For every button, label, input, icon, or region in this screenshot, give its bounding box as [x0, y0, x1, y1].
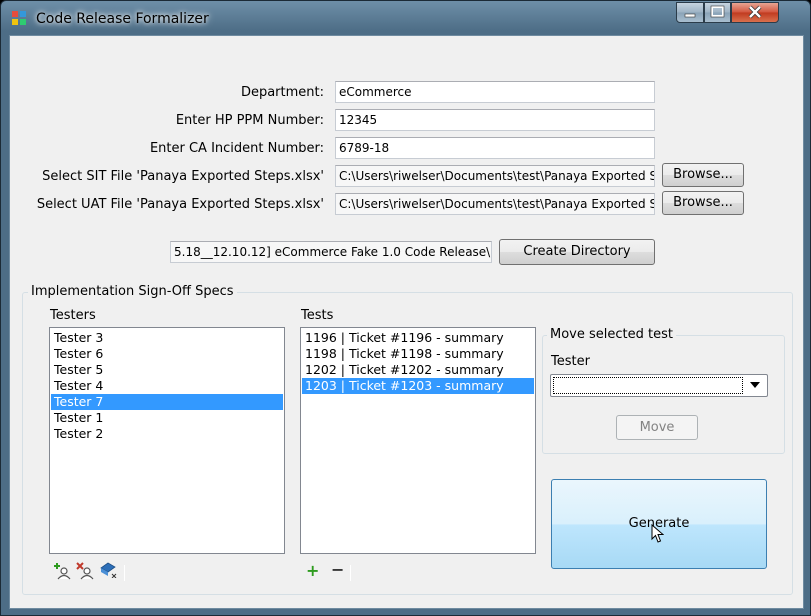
- ca-incident-input[interactable]: 6789-18: [335, 137, 655, 159]
- uat-file-label: Select UAT File 'Panaya Exported Steps.x…: [36, 197, 324, 212]
- add-test-icon[interactable]: +: [306, 561, 319, 580]
- minimize-button[interactable]: [676, 2, 704, 23]
- title-bar[interactable]: Code Release Formalizer: [1, 1, 810, 35]
- list-item[interactable]: Tester 5: [51, 362, 283, 378]
- tests-listbox[interactable]: 1196 | Ticket #1196 - summary 1198 | Tick…: [300, 327, 536, 554]
- list-item[interactable]: Tester 7: [51, 394, 283, 410]
- list-item[interactable]: 1202 | Ticket #1202 - summary: [302, 362, 534, 378]
- maximize-icon: [710, 5, 725, 18]
- remove-test-icon[interactable]: −: [331, 560, 344, 579]
- tests-label: Tests: [301, 308, 334, 323]
- department-input[interactable]: eCommerce: [335, 81, 655, 103]
- ppm-number-label: Enter HP PPM Number:: [175, 113, 324, 128]
- add-user-icon[interactable]: [53, 562, 71, 580]
- list-item[interactable]: Tester 6: [51, 346, 283, 362]
- form-client-area: Department: eCommerce Enter HP PPM Numbe…: [9, 35, 804, 609]
- clear-users-icon[interactable]: [99, 560, 117, 578]
- tester-combo-label: Tester: [551, 354, 590, 369]
- remove-user-icon[interactable]: [76, 562, 94, 580]
- create-directory-button[interactable]: Create Directory: [499, 239, 655, 265]
- sit-file-path-input[interactable]: C:\Users\riwelser\Documents\test\Panaya …: [335, 165, 655, 187]
- department-label: Department:: [240, 85, 324, 100]
- list-item[interactable]: Tester 1: [51, 410, 283, 426]
- toolbar-separator: [124, 565, 125, 581]
- list-item[interactable]: 1198 | Ticket #1198 - summary: [302, 346, 534, 362]
- chevron-down-icon: [750, 382, 760, 388]
- ca-incident-label: Enter CA Incident Number:: [149, 141, 324, 156]
- list-item[interactable]: Tester 4: [51, 378, 283, 394]
- sit-file-label: Select SIT File 'Panaya Exported Steps.x…: [42, 169, 324, 184]
- list-item[interactable]: Tester 3: [51, 330, 283, 346]
- toolbar-separator: [350, 565, 351, 581]
- move-test-button[interactable]: Move: [616, 415, 698, 440]
- directory-path-input[interactable]: 5.18__12.10.12] eCommerce Fake 1.0 Code …: [170, 241, 492, 263]
- testers-label: Testers: [50, 308, 96, 323]
- list-item[interactable]: 1203 | Ticket #1203 - summary: [302, 378, 534, 394]
- ppm-number-input[interactable]: 12345: [335, 109, 655, 131]
- testers-listbox[interactable]: Tester 3 Tester 6 Tester 5 Tester 4 Tester 7…: [49, 327, 285, 554]
- uat-file-path-input[interactable]: C:\Users\riwelser\Documents\test\Panaya …: [335, 193, 655, 215]
- dropdown-value: [553, 377, 743, 394]
- window-title: Code Release Formalizer: [36, 11, 209, 27]
- uat-browse-button[interactable]: Browse...: [662, 191, 744, 215]
- minimize-icon: [684, 13, 696, 18]
- close-button[interactable]: [731, 2, 779, 23]
- list-item[interactable]: 1196 | Ticket #1196 - summary: [302, 330, 534, 346]
- close-icon: [748, 5, 762, 19]
- maximize-button[interactable]: [704, 2, 731, 23]
- app-icon: [12, 11, 26, 25]
- sit-browse-button[interactable]: Browse...: [662, 163, 744, 187]
- tester-dropdown[interactable]: [550, 374, 768, 397]
- list-item[interactable]: Tester 2: [51, 426, 283, 442]
- mouse-cursor-icon: [651, 524, 664, 543]
- app-window: Code Release Formalizer Department: eCom…: [0, 0, 811, 616]
- signoff-group-title: Implementation Sign-Off Specs: [28, 284, 237, 299]
- move-test-group-title: Move selected test: [547, 327, 676, 342]
